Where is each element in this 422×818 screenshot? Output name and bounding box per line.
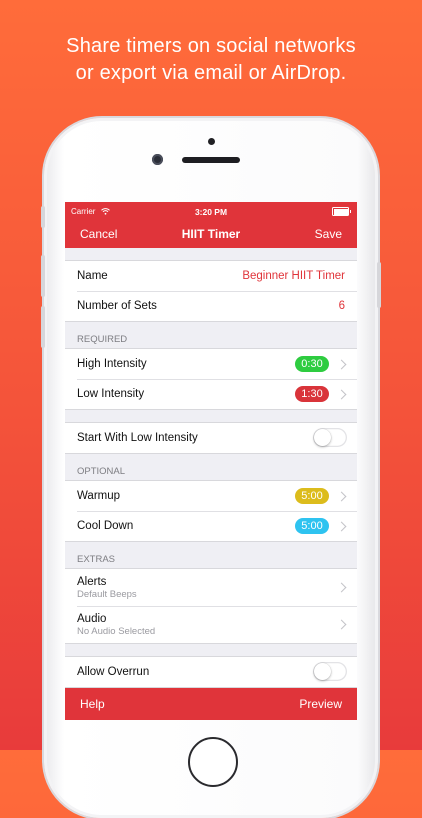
alerts-row[interactable]: Alerts Default Beeps (65, 569, 357, 606)
required-group: High Intensity 0:30 Low Intensity 1:30 (65, 348, 357, 410)
help-button[interactable]: Help (80, 697, 105, 711)
start-low-group: Start With Low Intensity (65, 422, 357, 454)
high-intensity-row[interactable]: High Intensity 0:30 (65, 349, 357, 379)
chevron-right-icon (336, 521, 347, 532)
settings-list: Name Beginner HIIT Timer Number of Sets … (65, 248, 357, 688)
toggle-knob (314, 663, 331, 680)
proximity-sensor (208, 138, 215, 145)
extras-header: EXTRAS (77, 554, 116, 565)
volume-down-button (41, 306, 45, 348)
allow-overrun-toggle[interactable] (313, 662, 347, 681)
chevron-right-icon (336, 582, 347, 593)
overrun-group: Allow Overrun (65, 656, 357, 688)
bottom-toolbar: Help Preview (65, 688, 357, 720)
save-button[interactable]: Save (315, 227, 342, 241)
required-header: REQUIRED (77, 334, 128, 345)
name-row[interactable]: Name Beginner HIIT Timer (65, 261, 357, 291)
status-bar: Carrier 3:20 PM (65, 202, 357, 220)
low-intensity-label: Low Intensity (77, 388, 145, 400)
sets-value: 6 (338, 300, 345, 312)
low-intensity-time-badge: 1:30 (295, 386, 329, 402)
chevron-right-icon (336, 389, 347, 400)
allow-overrun-row: Allow Overrun (65, 657, 357, 687)
navigation-bar: Carrier 3:20 PM Cancel HIIT Timer Save (65, 202, 357, 248)
sets-label: Number of Sets (77, 300, 157, 312)
preview-button[interactable]: Preview (299, 697, 342, 711)
cool-down-label: Cool Down (77, 520, 134, 532)
optional-group: Warmup 5:00 Cool Down 5:00 (65, 480, 357, 542)
start-low-toggle[interactable] (313, 428, 347, 447)
home-button (188, 737, 238, 787)
alerts-label: Alerts (77, 575, 107, 588)
status-time: 3:20 PM (194, 207, 228, 217)
warmup-time-badge: 5:00 (295, 488, 329, 504)
headline-line-2: or export via email or AirDrop. (75, 62, 347, 84)
chevron-right-icon (336, 359, 347, 370)
audio-label: Audio (77, 612, 107, 625)
extras-group: Alerts Default Beeps Audio No Audio Sele… (65, 568, 357, 644)
volume-up-button (41, 255, 45, 297)
earpiece-speaker (182, 157, 240, 163)
cool-down-row[interactable]: Cool Down 5:00 (65, 511, 357, 541)
warmup-label: Warmup (77, 490, 121, 502)
start-with-low-intensity-row: Start With Low Intensity (65, 423, 357, 453)
power-button (377, 262, 381, 308)
number-of-sets-row[interactable]: Number of Sets 6 (65, 291, 357, 321)
promo-headline: Share timers on social networks or expor… (0, 33, 422, 87)
name-value: Beginner HIIT Timer (242, 270, 345, 282)
name-label: Name (77, 270, 108, 282)
low-intensity-row[interactable]: Low Intensity 1:30 (65, 379, 357, 409)
audio-subtitle: No Audio Selected (77, 625, 156, 637)
headline-line-1: Share timers on social networks (66, 35, 356, 57)
high-intensity-time-badge: 0:30 (295, 356, 329, 372)
alerts-subtitle: Default Beeps (77, 588, 137, 600)
battery-icon (332, 207, 351, 216)
mute-switch (41, 206, 45, 228)
start-low-label: Start With Low Intensity (77, 432, 198, 444)
chevron-right-icon (336, 491, 347, 502)
cool-down-time-badge: 5:00 (295, 518, 329, 534)
nav-title: HIIT Timer (181, 227, 241, 241)
optional-header: OPTIONAL (77, 466, 126, 477)
audio-row[interactable]: Audio No Audio Selected (65, 606, 357, 643)
app-screen: Carrier 3:20 PM Cancel HIIT Timer Save N… (65, 202, 357, 720)
high-intensity-label: High Intensity (77, 358, 147, 370)
toggle-knob (314, 429, 331, 446)
allow-overrun-label: Allow Overrun (77, 666, 150, 678)
basic-group: Name Beginner HIIT Timer Number of Sets … (65, 260, 357, 322)
front-camera-icon (152, 154, 163, 165)
chevron-right-icon (336, 619, 347, 630)
warmup-row[interactable]: Warmup 5:00 (65, 481, 357, 511)
